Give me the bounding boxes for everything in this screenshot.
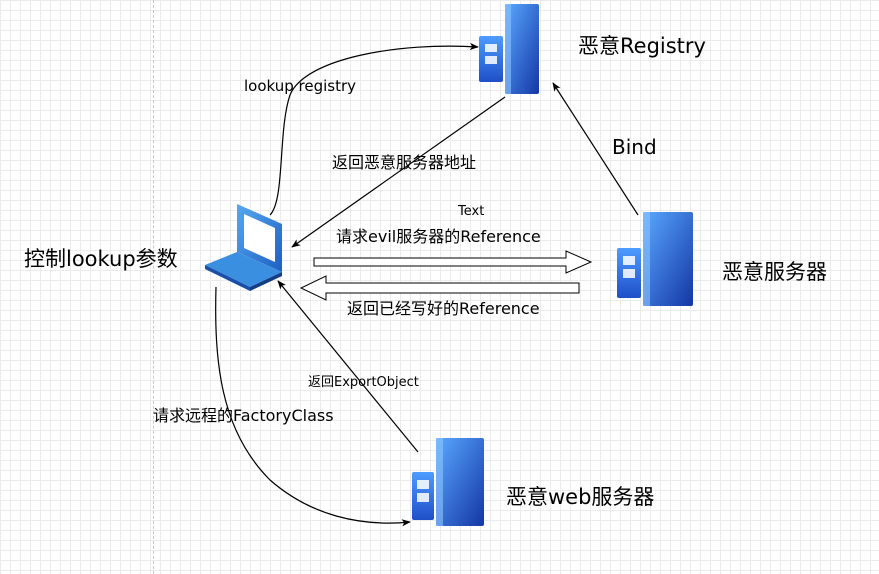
return-address-label: 返回恶意服务器地址: [332, 153, 477, 172]
client-label: 控制lookup参数: [24, 247, 178, 271]
web-server-icon: [412, 438, 484, 526]
registry-server-icon: [479, 4, 539, 94]
request-reference-arrow: [313, 250, 593, 274]
client-laptop-icon: [205, 204, 282, 291]
evil-server-icon: [617, 212, 693, 306]
return-export-object-label: 返回ExportObject: [308, 375, 419, 390]
request-factory-class-label: 请求远程的FactoryClass: [153, 406, 334, 425]
text-label: Text: [458, 204, 485, 219]
bind-label: Bind: [612, 135, 657, 159]
return-reference-label: 返回已经写好的Reference: [347, 299, 540, 318]
registry-label: 恶意Registry: [578, 34, 706, 58]
return-address-edge: [291, 96, 506, 248]
lookup-registry-label: lookup registry: [244, 77, 357, 95]
return-reference-arrow: [299, 275, 580, 301]
evil-server-label: 恶意服务器: [722, 260, 827, 284]
diagram-canvas: [205, 4, 693, 527]
request-reference-label: 请求evil服务器的Reference: [336, 227, 541, 246]
web-server-label: 恶意web服务器: [506, 485, 655, 509]
